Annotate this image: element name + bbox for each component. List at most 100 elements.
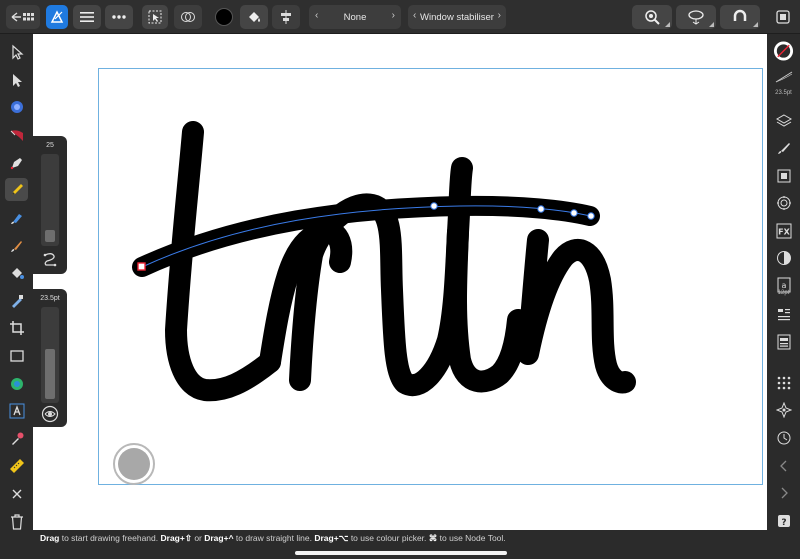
svg-text:FX: FX: [778, 227, 790, 236]
opacity-panel: 25: [33, 136, 67, 274]
trash-icon: [10, 513, 23, 530]
appearance-icon: [776, 250, 791, 265]
text-size-label: 12pt: [777, 290, 790, 296]
measure-tool[interactable]: [5, 454, 28, 477]
vector-brush-icon: [10, 213, 22, 224]
delete-button[interactable]: [5, 510, 28, 533]
node-tool-icon: [12, 73, 22, 87]
status-key: Drag+⌥: [314, 533, 349, 543]
svg-text:a: a: [781, 281, 786, 290]
effects-icon: [776, 195, 791, 210]
transparency-tool-icon: [10, 129, 23, 141]
move-tool-icon: [11, 44, 24, 60]
character-button[interactable]: [773, 304, 794, 325]
color-picker-tool[interactable]: [5, 427, 28, 450]
drawing-layer: [113, 121, 636, 485]
navigator-button[interactable]: [773, 399, 794, 420]
effects-button[interactable]: [773, 192, 794, 213]
rectangle-tool-icon: [9, 349, 24, 362]
curve-node[interactable]: [537, 205, 545, 213]
shape-tool-icon: [10, 377, 23, 390]
pen-tool[interactable]: [5, 151, 28, 174]
command-controller[interactable]: [113, 443, 155, 485]
corner-tool[interactable]: [5, 95, 28, 118]
pencil-tool-icon: [11, 183, 23, 195]
opacity-value: 25: [46, 142, 54, 149]
close-icon: [12, 489, 21, 498]
width-slider[interactable]: [41, 307, 59, 403]
transparency-tool[interactable]: [5, 123, 28, 146]
color-picker-icon: [11, 432, 23, 445]
color-panel-icon: [773, 40, 794, 61]
start-node[interactable]: [137, 262, 146, 271]
curve-node[interactable]: [570, 209, 578, 217]
freehand-stroke-t2: [445, 221, 529, 393]
fx-icon: FX: [776, 223, 791, 238]
fx-button[interactable]: FX: [773, 220, 794, 241]
crop-tool-icon: [9, 320, 24, 335]
status-bar: Drag to start drawing freehand. Drag+⇧ o…: [33, 530, 767, 559]
text-tool-icon: [9, 403, 24, 418]
help-button[interactable]: ?: [773, 510, 794, 531]
rectangle-tool[interactable]: [5, 344, 28, 367]
character-icon: [777, 308, 790, 320]
paragraph-icon: [777, 334, 790, 349]
layers-icon: [775, 113, 792, 127]
pen-tool-icon: [10, 157, 22, 169]
width-slider-fill: [45, 349, 55, 399]
shape-tool[interactable]: [5, 372, 28, 395]
move-tool[interactable]: [5, 40, 28, 63]
status-text: or: [191, 533, 205, 543]
home-indicator[interactable]: [295, 551, 507, 555]
fill-tool[interactable]: [5, 261, 28, 284]
studio-panel: 23.5pt FX a 12pt ?: [767, 34, 800, 559]
transform-button[interactable]: [773, 165, 794, 186]
status-key: Drag+^: [204, 533, 234, 543]
status-hint: Drag to start drawing freehand. Drag+⇧ o…: [40, 533, 506, 544]
end-node[interactable]: [587, 212, 595, 220]
node-tool[interactable]: [5, 68, 28, 91]
transparency-gradient-tool[interactable]: [5, 289, 28, 312]
freehand-strokes[interactable]: [165, 121, 636, 402]
appearance-button[interactable]: [773, 247, 794, 268]
width-value: 23.5pt: [40, 295, 60, 302]
stroke-panel-icon: [775, 71, 792, 82]
fill-tool-icon: [11, 267, 24, 279]
layers-button[interactable]: [773, 110, 794, 131]
history-icon: [777, 431, 790, 444]
width-panel: 23.5pt: [33, 289, 67, 427]
opacity-slider[interactable]: [41, 154, 59, 246]
collapse-button[interactable]: [773, 455, 794, 476]
history-button[interactable]: [773, 427, 794, 448]
help-icon: ?: [777, 514, 790, 528]
status-text: to draw straight line.: [233, 533, 315, 543]
status-key: ⌘: [428, 533, 438, 543]
brushes-button[interactable]: [773, 137, 794, 158]
text-tool[interactable]: [5, 399, 28, 422]
opacity-slider-fill: [45, 229, 55, 242]
status-key: Drag+⇧: [160, 533, 192, 543]
paint-brush-tool[interactable]: [5, 234, 28, 257]
pressure-curve-icon[interactable]: [42, 251, 58, 267]
curve-node[interactable]: [430, 202, 438, 210]
stroke-width-label: 23.5pt: [775, 90, 792, 96]
close-button[interactable]: [5, 482, 28, 505]
crop-tool[interactable]: [5, 316, 28, 339]
transparency-tool-icon: [11, 294, 23, 308]
stroke-panel-button[interactable]: [773, 66, 794, 87]
transform-icon: [777, 169, 790, 182]
collapse-icon: [779, 460, 786, 471]
paragraph-button[interactable]: [773, 331, 794, 352]
vector-brush-tool[interactable]: [5, 206, 28, 229]
status-key: Drag: [40, 533, 60, 543]
pressure-icon[interactable]: [41, 405, 59, 423]
grid-button[interactable]: [773, 372, 794, 393]
corner-tool-icon: [10, 100, 23, 113]
svg-text:?: ?: [781, 518, 786, 528]
status-text: to start drawing freehand.: [59, 533, 161, 543]
color-panel-button[interactable]: [773, 40, 794, 61]
pencil-tool[interactable]: [5, 178, 28, 201]
expand-button[interactable]: [773, 482, 794, 503]
measure-tool-icon: [9, 458, 24, 473]
expand-icon: [781, 487, 788, 498]
